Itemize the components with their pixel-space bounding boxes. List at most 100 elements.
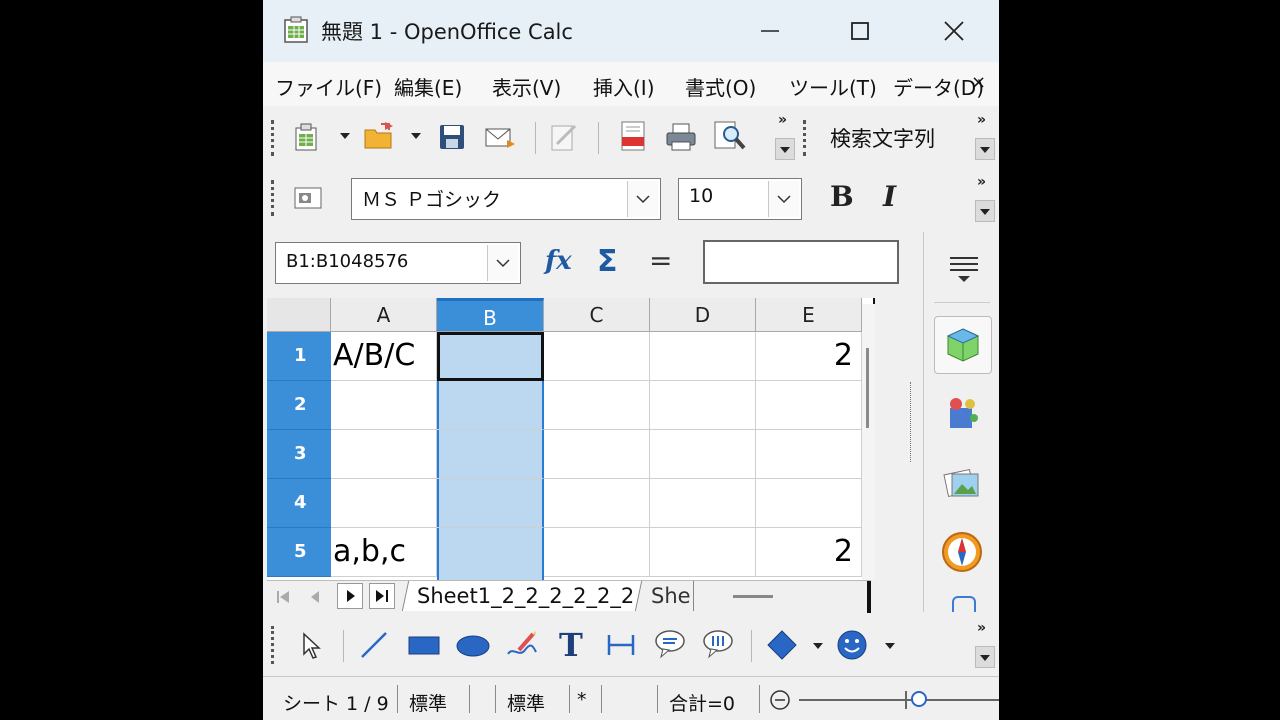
cell-b2[interactable] <box>437 381 544 430</box>
callout-dimension-icon[interactable] <box>605 632 637 658</box>
row-header-3[interactable]: 3 <box>267 430 331 479</box>
sidebar-functions-button[interactable] <box>952 596 976 612</box>
column-header-e[interactable]: E <box>756 298 862 332</box>
cell-d4[interactable] <box>650 479 756 528</box>
find-overflow-icon[interactable]: » <box>977 112 986 128</box>
zoom-slider-track[interactable] <box>799 699 999 701</box>
cell-d3[interactable] <box>650 430 756 479</box>
column-header-a[interactable]: A <box>331 298 437 332</box>
column-header-b[interactable]: B <box>437 298 544 332</box>
print-icon[interactable] <box>665 122 697 152</box>
cell-a4[interactable] <box>331 479 437 528</box>
cell-c1[interactable] <box>544 332 650 381</box>
row-header-2[interactable]: 2 <box>267 381 331 430</box>
edit-file-icon[interactable] <box>549 122 579 152</box>
rectangle-tool-icon[interactable] <box>407 634 441 656</box>
close-button[interactable] <box>909 0 999 62</box>
maximize-button[interactable] <box>815 0 905 62</box>
cell-a1[interactable]: A/B/C <box>331 332 437 381</box>
minimize-button[interactable] <box>725 0 815 62</box>
menu-file[interactable]: ファイル(F) <box>275 72 382 101</box>
spreadsheet-grid[interactable]: A B C D E 1 2 3 4 5 A/B/C a,b,c 2 2 <box>267 298 875 580</box>
font-size-combo[interactable]: 10 <box>678 178 802 220</box>
find-text-field[interactable]: 検索文字列 <box>830 123 935 153</box>
text-tool-icon[interactable]: T <box>559 626 583 664</box>
next-sheet-button[interactable] <box>337 583 363 609</box>
menu-insert[interactable]: 挿入(I) <box>593 72 655 101</box>
ellipse-tool-icon[interactable] <box>455 634 491 658</box>
cell-d2[interactable] <box>650 381 756 430</box>
horizontal-scroll-thumb[interactable] <box>733 595 773 598</box>
sidebar-collapse-handle[interactable] <box>910 382 923 462</box>
cell-b3[interactable] <box>437 430 544 479</box>
cell-c5[interactable] <box>544 528 650 577</box>
first-sheet-icon[interactable] <box>275 589 291 605</box>
sum-icon[interactable]: Σ <box>597 244 618 279</box>
format-overflow-icon[interactable]: » <box>977 174 986 190</box>
freeform-line-icon[interactable] <box>505 628 539 662</box>
legend-callout-icon[interactable] <box>701 628 735 660</box>
vertical-scroll-thumb[interactable] <box>866 348 869 428</box>
font-name-dropdown[interactable] <box>627 181 658 217</box>
name-box-dropdown[interactable] <box>487 245 518 281</box>
basic-shapes-diamond-icon[interactable] <box>765 628 799 662</box>
cell-a3[interactable] <box>331 430 437 479</box>
function-equals-icon[interactable]: = <box>649 244 672 277</box>
function-wizard-icon[interactable]: fx <box>545 246 572 276</box>
basic-shapes-dropdown[interactable] <box>813 643 823 649</box>
cell-d1[interactable] <box>650 332 756 381</box>
cell-e4[interactable] <box>756 479 862 528</box>
styles-formatting-icon[interactable] <box>293 184 325 212</box>
toolbar-overflow-button[interactable] <box>775 138 795 160</box>
open-dropdown-arrow[interactable] <box>411 133 421 139</box>
cell-e5[interactable]: 2 <box>756 528 862 577</box>
drawing-overflow-icon[interactable]: » <box>977 620 986 636</box>
sidebar-menu-icon[interactable] <box>948 252 980 284</box>
toolbar-overflow-icon[interactable]: » <box>778 112 787 128</box>
sidebar-styles-button[interactable] <box>934 386 990 442</box>
symbol-shapes-smiley-icon[interactable] <box>835 628 869 662</box>
toolbar-grip[interactable] <box>271 120 277 156</box>
cell-a5[interactable]: a,b,c <box>331 528 437 577</box>
cell-c3[interactable] <box>544 430 650 479</box>
zoom-out-icon[interactable] <box>769 689 791 711</box>
sidebar-navigator-button[interactable] <box>934 524 990 580</box>
email-document-icon[interactable] <box>485 126 517 150</box>
format-overflow-button[interactable] <box>975 200 995 222</box>
italic-button[interactable]: I <box>883 180 896 213</box>
sidebar-gallery-button[interactable] <box>934 454 990 510</box>
cell-c2[interactable] <box>544 381 650 430</box>
drawing-overflow-button[interactable] <box>975 646 995 668</box>
font-name-combo[interactable]: ＭＳ Ｐゴシック <box>351 178 661 220</box>
bold-button[interactable]: B <box>830 180 854 213</box>
find-overflow-button[interactable] <box>975 138 995 160</box>
cell-e1[interactable]: 2 <box>756 332 862 381</box>
cell-d5[interactable] <box>650 528 756 577</box>
select-pointer-icon[interactable] <box>301 632 323 660</box>
row-header-5[interactable]: 5 <box>267 528 331 577</box>
new-document-icon[interactable] <box>293 122 321 152</box>
toolbar-grip[interactable] <box>271 180 277 216</box>
line-tool-icon[interactable] <box>359 630 389 660</box>
menu-format[interactable]: 書式(O) <box>685 72 756 101</box>
new-dropdown-arrow[interactable] <box>340 133 350 139</box>
font-size-dropdown[interactable] <box>768 181 799 217</box>
active-cell-b1[interactable] <box>437 332 544 381</box>
row-header-1[interactable]: 1 <box>267 332 331 381</box>
selection-mode[interactable]: 標準 <box>507 689 545 716</box>
cell-c4[interactable] <box>544 479 650 528</box>
sidebar-properties-button[interactable] <box>934 316 992 374</box>
select-all-corner[interactable] <box>267 298 331 332</box>
name-box[interactable]: B1:B1048576 <box>275 242 521 284</box>
cell-e2[interactable] <box>756 381 862 430</box>
symbol-shapes-dropdown[interactable] <box>885 643 895 649</box>
menu-edit[interactable]: 編集(E) <box>394 72 462 101</box>
row-header-4[interactable]: 4 <box>267 479 331 528</box>
page-preview-icon[interactable] <box>713 120 747 154</box>
page-style[interactable]: 標準 <box>409 689 447 716</box>
column-header-c[interactable]: C <box>544 298 650 332</box>
find-toolbar-grip[interactable] <box>803 120 809 156</box>
menu-tools[interactable]: ツール(T) <box>789 72 877 101</box>
sheet-tab-active[interactable]: Sheet1_2_2_2_2_2_2 <box>417 584 634 608</box>
save-icon[interactable] <box>439 124 465 150</box>
